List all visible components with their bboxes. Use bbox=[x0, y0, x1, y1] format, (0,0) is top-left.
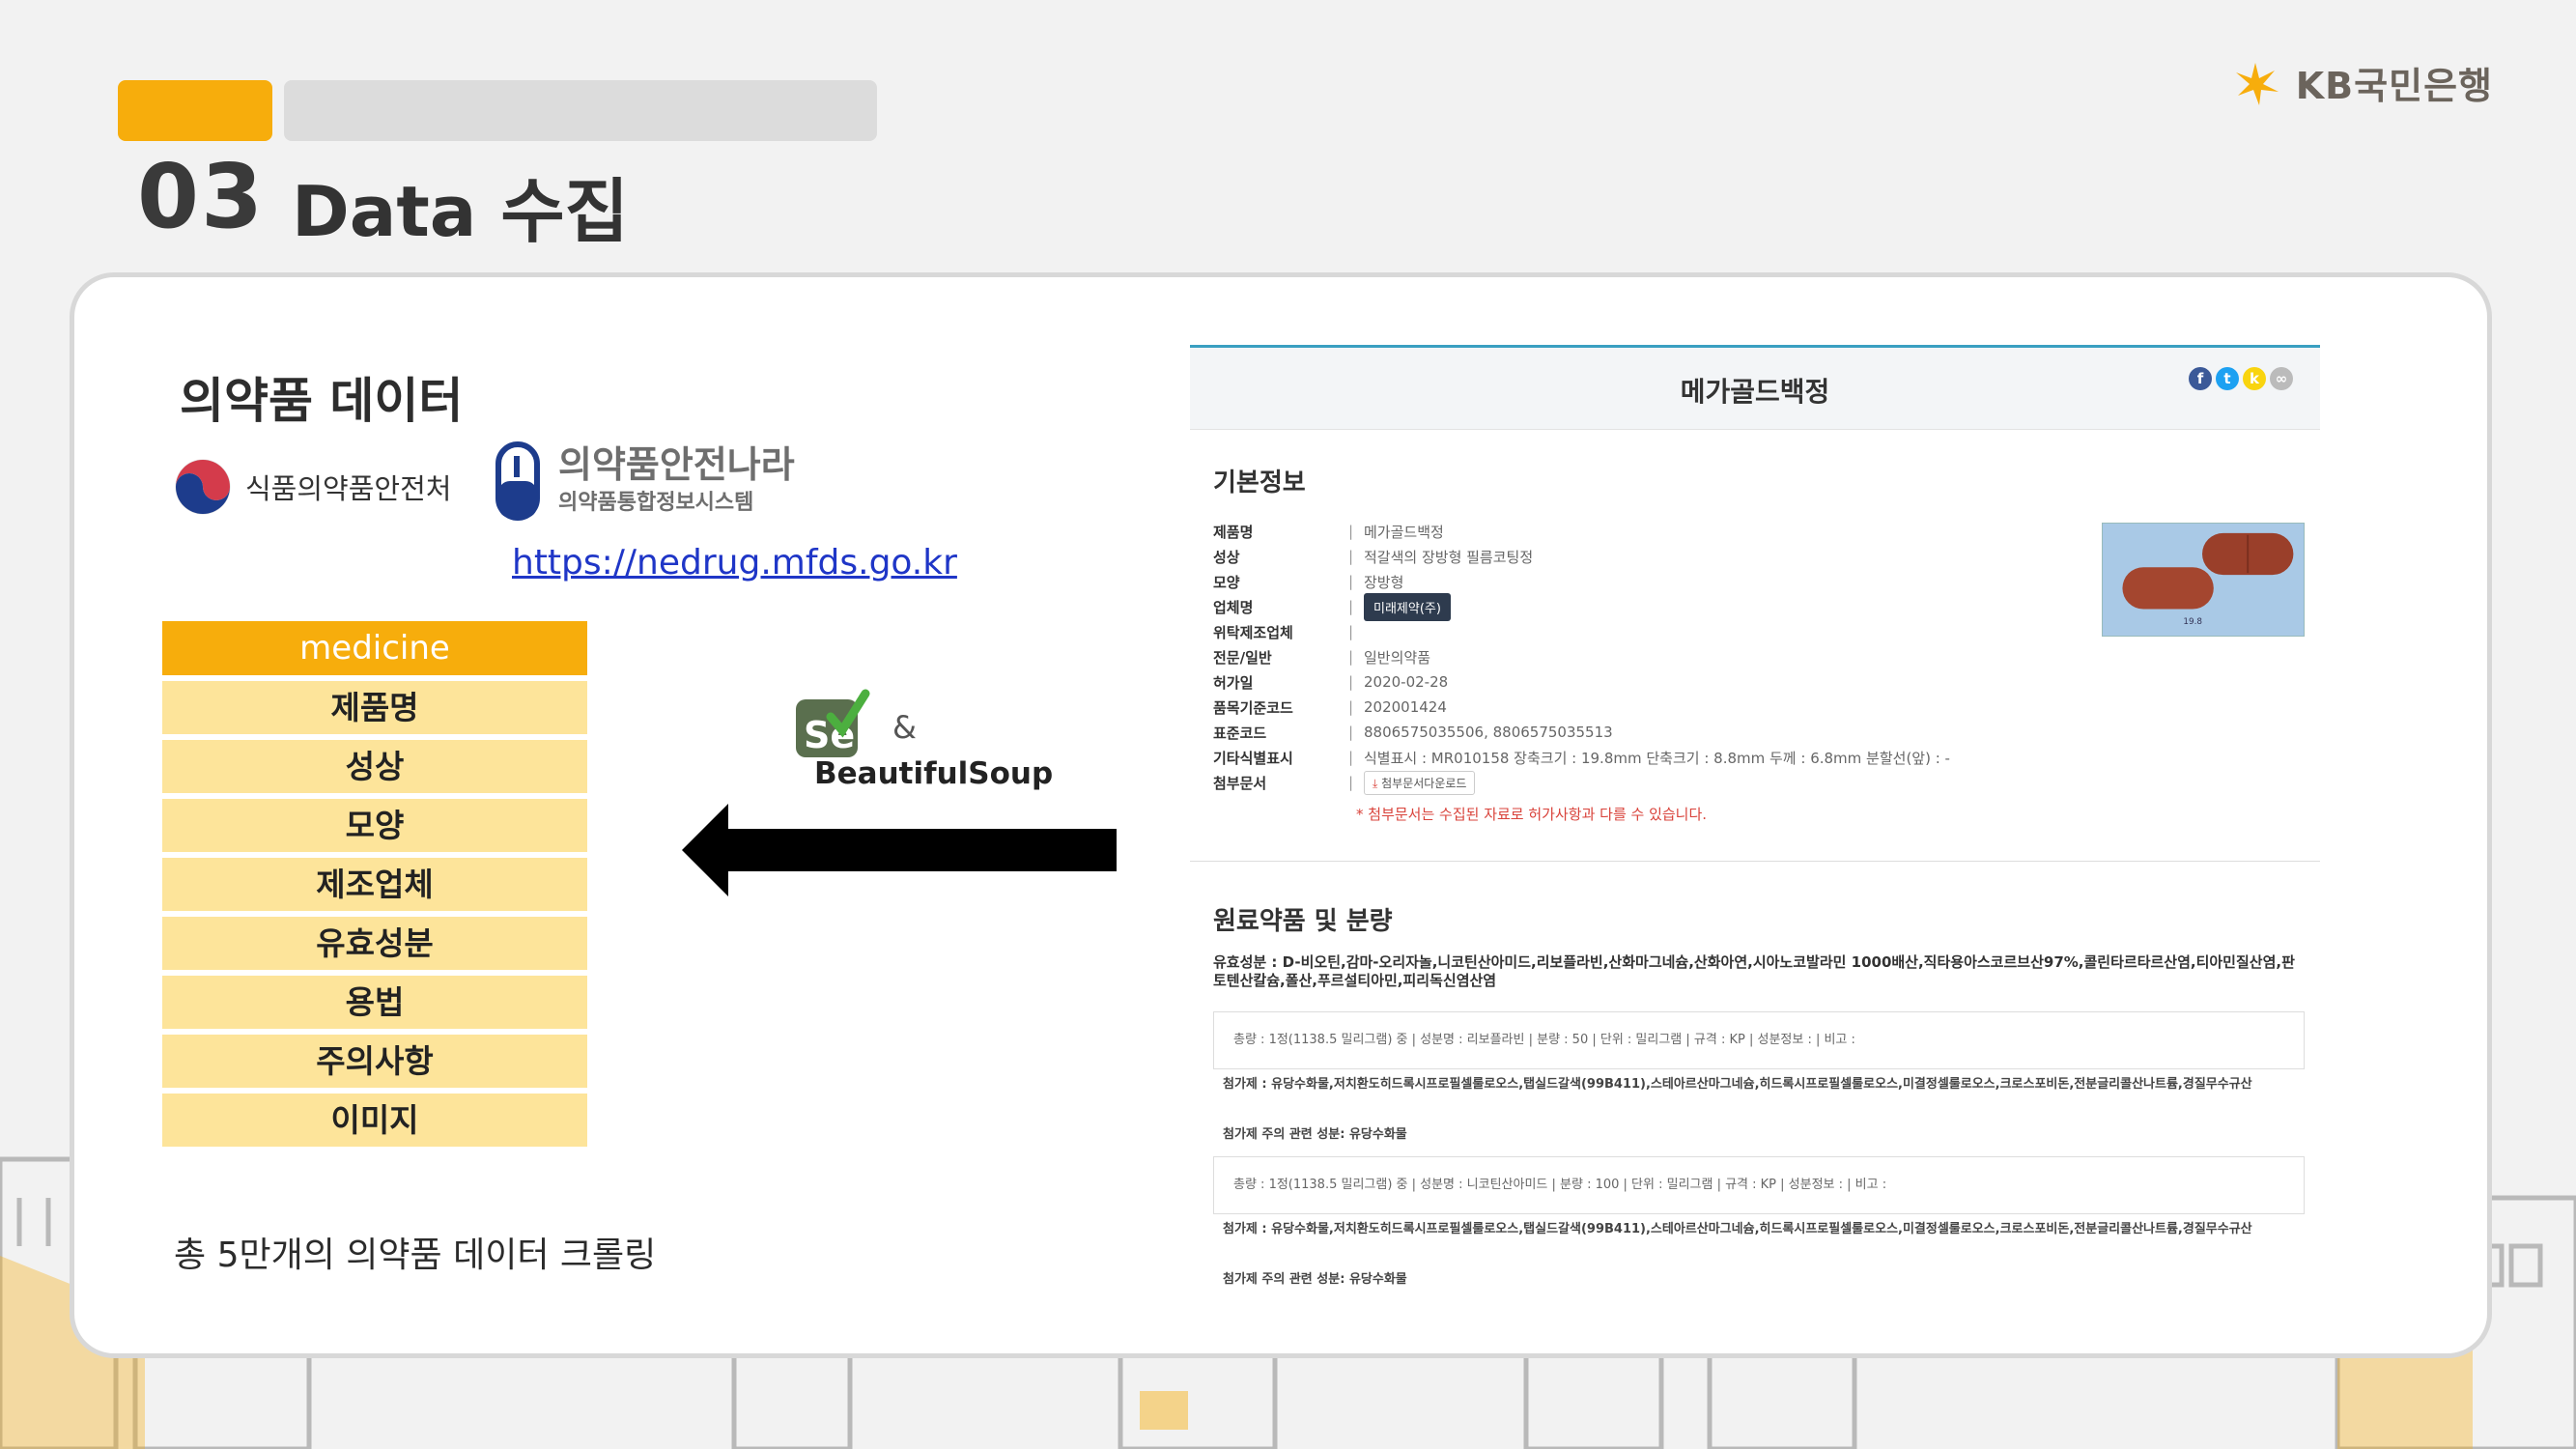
nedrug-logo-sub: 의약품통합정보시스템 bbox=[558, 490, 754, 515]
header-accent-tab bbox=[118, 80, 272, 141]
schema-field: 용법 bbox=[162, 976, 587, 1029]
panel-heading: 의약품 데이터 bbox=[180, 373, 464, 429]
info-value: 적갈색의 장방형 필름코팅정 bbox=[1364, 548, 1534, 566]
info-key: 전문/일반 bbox=[1213, 648, 1272, 667]
ingredient-box: 총량 : 1정(1138.5 밀리그램) 중 | 성분명 : 니코틴산아미드 |… bbox=[1213, 1156, 2305, 1214]
info-value: 8806575035506, 8806575035513 bbox=[1364, 724, 1613, 741]
info-key: 제품명 bbox=[1213, 523, 1254, 541]
schema-field: 주의사항 bbox=[162, 1035, 587, 1088]
brand-name: KB국민은행 bbox=[2295, 65, 2493, 107]
section-number: 03 bbox=[137, 145, 266, 248]
nedrug-capsule-icon bbox=[495, 441, 540, 521]
info-key: 품목기준코드 bbox=[1213, 698, 1293, 717]
mfds-logo: 식품의약품안전처 bbox=[174, 458, 451, 516]
info-row: 전문/일반 | 일반의약품 bbox=[1213, 648, 1431, 667]
additive-note: 첨가제 주의 관련 성분: 유당수화물 bbox=[1223, 1272, 1407, 1287]
info-row: 위탁제조업체 | bbox=[1213, 623, 1354, 641]
medicine-schema-table: medicine 제품명 성상 모양 제조업체 유효성분 용법 주의사항 이미지 bbox=[162, 621, 587, 1152]
taegeuk-icon bbox=[175, 459, 231, 515]
info-value: 202001424 bbox=[1364, 698, 1447, 716]
header-grey-tab bbox=[284, 80, 877, 141]
schema-field: 이미지 bbox=[162, 1094, 587, 1147]
site-header: 메가골드백정 f t k ∞ bbox=[1190, 345, 2320, 430]
crawl-footnote: 총 5만개의 의약품 데이터 크롤링 bbox=[174, 1236, 657, 1275]
kb-brand-logo: KB국민은행 bbox=[2232, 56, 2493, 109]
left-arrow-icon bbox=[682, 804, 1117, 896]
attachment-warning: * 첨부문서는 수집된 자료로 허가사항과 다를 수 있습니다. bbox=[1356, 806, 1708, 823]
section-title: Data 수집 bbox=[292, 171, 629, 252]
info-row: 기타식별표시 | 식별표시 : MR010158 장축크기 : 19.8mm 단축크… bbox=[1213, 749, 1950, 767]
info-value: 장방형 bbox=[1364, 573, 1404, 591]
pill-scale: 19.8 bbox=[2183, 617, 2202, 627]
info-row: 품목기준코드 | 202001424 bbox=[1213, 698, 1447, 717]
download-icon: ⤓ bbox=[1373, 776, 1382, 790]
pill-image: 19.8 bbox=[2102, 523, 2305, 637]
schema-field: 성상 bbox=[162, 740, 587, 793]
schema-field: 유효성분 bbox=[162, 917, 587, 970]
schema-title: medicine bbox=[162, 621, 587, 675]
schema-field: 제품명 bbox=[162, 681, 587, 734]
kakao-icon[interactable]: k bbox=[2243, 367, 2266, 390]
nedrug-logo-main: 의약품안전나라 bbox=[558, 443, 795, 487]
info-row: 제품명 | 메가골드백정 bbox=[1213, 523, 1444, 541]
info-value: 메가골드백정 bbox=[1364, 523, 1444, 541]
info-value: 식별표시 : MR010158 장축크기 : 19.8mm 단축크기 : 8.8… bbox=[1364, 749, 1950, 767]
basic-info-table: 제품명 | 메가골드백정 성상 | 적갈색의 장방형 필름코팅정 모양 | 장방형 업체명 |… bbox=[1213, 519, 2053, 795]
info-row: 첨부문서 | ⤓ 첨부문서다운로드 bbox=[1213, 770, 2053, 795]
link-icon[interactable]: ∞ bbox=[2270, 367, 2293, 390]
share-icons: f t k ∞ bbox=[2189, 367, 2293, 390]
kb-star-icon bbox=[2235, 62, 2279, 105]
info-key: 모양 bbox=[1213, 573, 1240, 591]
basic-info-heading: 기본정보 bbox=[1213, 469, 1306, 497]
info-value: 일반의약품 bbox=[1364, 648, 1431, 667]
info-row: 표준코드 | 8806575035506, 8806575035513 bbox=[1213, 724, 1613, 742]
twitter-icon[interactable]: t bbox=[2216, 367, 2239, 390]
mfds-logo-text: 식품의약품안전처 bbox=[245, 472, 452, 505]
additive-text: 첨가제 : 유당수화물,저치환도히드록시프로필셀룰로오스,탭실드갈색(99B41… bbox=[1223, 1222, 2252, 1236]
info-key: 첨부문서 bbox=[1213, 774, 1267, 792]
active-ingredients: 유효성분 : D-비오틴,감마-오리자놀,니코틴산아미드,리보플라빈,산화마그네… bbox=[1213, 953, 2295, 989]
section-divider bbox=[1190, 861, 2320, 862]
schema-field: 모양 bbox=[162, 799, 587, 852]
attachment-download-button[interactable]: ⤓ 첨부문서다운로드 bbox=[1364, 770, 1476, 795]
download-label: 첨부문서다운로드 bbox=[1381, 776, 1467, 790]
drug-title: 메가골드백정 bbox=[1680, 376, 1830, 408]
nedrug-screenshot: 메가골드백정 f t k ∞ 기본정보 제품명 | 메가골드백정 성상 | 적갈색의 장… bbox=[1190, 345, 2320, 1301]
info-row: 허가일 | 2020-02-28 bbox=[1213, 673, 1449, 692]
info-row: 업체명 | 미래제약(주) bbox=[1213, 592, 2053, 621]
info-value: 2020-02-28 bbox=[1364, 673, 1449, 691]
schema-field: 제조업체 bbox=[162, 858, 587, 911]
nedrug-link[interactable]: https://nedrug.mfds.go.kr bbox=[512, 543, 957, 582]
nedrug-logo: 의약품안전나라 의약품통합정보시스템 bbox=[491, 440, 795, 522]
tools-ampersand: & bbox=[892, 709, 917, 746]
ingredient-box: 총량 : 1정(1138.5 밀리그램) 중 | 성분명 : 리보플라빈 | 분… bbox=[1213, 1011, 2305, 1069]
additive-text: 첨가제 : 유당수화물,저치환도히드록시프로필셀룰로오스,탭실드갈색(99B41… bbox=[1223, 1077, 2252, 1092]
info-key: 표준코드 bbox=[1213, 724, 1267, 742]
info-key: 업체명 bbox=[1213, 598, 1254, 616]
ingredients-heading: 원료약품 및 분량 bbox=[1213, 907, 1393, 936]
facebook-icon[interactable]: f bbox=[2189, 367, 2212, 390]
info-row: 모양 | 장방형 bbox=[1213, 573, 1404, 591]
info-key: 기타식별표시 bbox=[1213, 749, 1293, 767]
additive-note: 첨가제 주의 관련 성분: 유당수화물 bbox=[1223, 1127, 1407, 1142]
info-key: 위탁제조업체 bbox=[1213, 623, 1293, 641]
info-key: 성상 bbox=[1213, 548, 1240, 566]
info-key: 허가일 bbox=[1213, 673, 1254, 692]
maker-button[interactable]: 미래제약(주) bbox=[1364, 592, 1451, 621]
info-row: 성상 | 적갈색의 장방형 필름코팅정 bbox=[1213, 548, 1534, 566]
beautifulsoup-label: BeautifulSoup bbox=[814, 756, 1054, 791]
